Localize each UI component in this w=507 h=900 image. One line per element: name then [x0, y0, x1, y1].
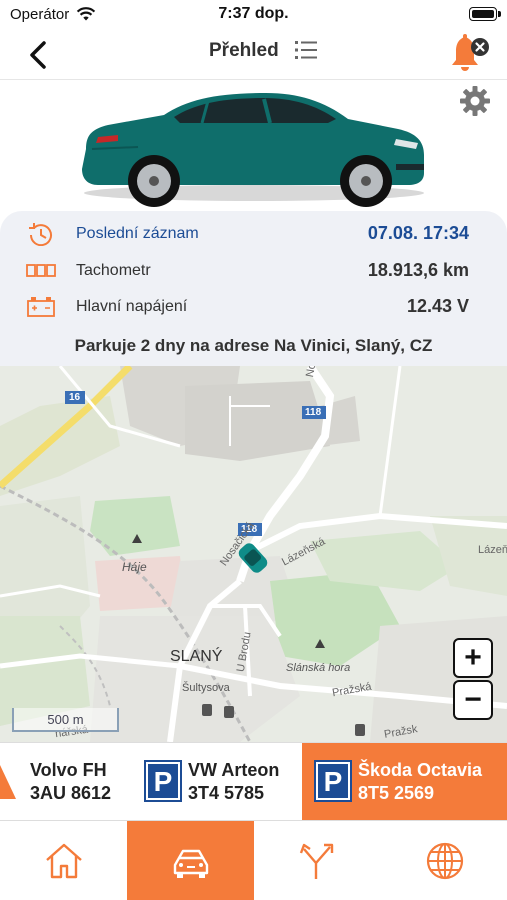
- last-record-value: 07.08. 17:34: [367, 223, 469, 243]
- back-chevron-icon[interactable]: [24, 38, 54, 72]
- battery-voltage-icon: [27, 297, 55, 317]
- list-icon[interactable]: [295, 40, 317, 60]
- page-title: Přehled: [209, 40, 279, 61]
- vehicle-item-arteon[interactable]: P VW Arteon 3T4 5785: [138, 743, 302, 821]
- vehicle-item-octavia[interactable]: P Škoda Octavia 8T5 2569: [302, 743, 507, 821]
- vehicle-plate: 8T5 2569: [358, 783, 435, 803]
- odometer-row: Tachometr 18.913,6 km: [0, 255, 507, 285]
- map-label-street-lazenska-right: Lázeň: [478, 544, 507, 556]
- map-label-road-16: 16: [69, 392, 81, 403]
- vehicle-name: Škoda Octavia: [358, 760, 483, 780]
- history-clock-icon: [29, 223, 52, 246]
- map-label-road-118-top: 118: [305, 407, 322, 418]
- map-label-slanska-hora: Slánská hora: [286, 662, 351, 674]
- odometer-icon: [26, 264, 56, 277]
- parking-icon: P: [314, 760, 352, 802]
- parking-icon: P: [144, 760, 182, 802]
- zoom-out-button[interactable]: −: [453, 680, 493, 720]
- odometer-label: Tachometr: [76, 262, 151, 279]
- vehicle-name: Volvo FH: [30, 760, 107, 780]
- navigation-bar: Přehled: [0, 30, 507, 80]
- battery-icon: [469, 7, 501, 21]
- vehicle-item-volvo[interactable]: Volvo FH 3AU 8612: [0, 743, 138, 821]
- car-icon: [173, 849, 208, 878]
- route-icon: [299, 843, 333, 879]
- vehicle-plate: 3T4 5785: [188, 783, 265, 803]
- vehicle-name: VW Arteon: [188, 760, 280, 780]
- map-scale: 500 m: [12, 708, 119, 732]
- map-label-place-haje: Háje: [122, 560, 147, 574]
- odometer-value: 18.913,6 km: [367, 260, 469, 280]
- power-label: Hlavní napájení: [76, 298, 188, 315]
- home-icon: [45, 843, 82, 879]
- power-value: 12.43 V: [406, 296, 469, 316]
- vehicle-plate: 3AU 8612: [30, 783, 112, 803]
- tab-vehicle[interactable]: [127, 821, 254, 900]
- vehicle-preview: [0, 81, 507, 211]
- clock: 7:37 dop.: [218, 5, 289, 22]
- tab-bar: [0, 820, 507, 900]
- power-row: Hlavní napájení 12.43 V: [0, 291, 507, 321]
- notification-bell-icon[interactable]: [447, 33, 491, 75]
- last-record-label: Poslední záznam: [76, 225, 199, 242]
- vehicle-info-panel: Poslední záznam 07.08. 17:34 Tachometr 1…: [0, 211, 507, 366]
- vehicle-selector: Volvo FH 3AU 8612 P VW Arteon 3T4 5785 P…: [0, 742, 507, 821]
- tab-routes[interactable]: [254, 821, 381, 900]
- globe-icon: [426, 842, 463, 880]
- map-view[interactable]: 16 118 118 Nosač Nosačická Lázeňská Láze…: [0, 366, 507, 742]
- status-bar: Operátor 7:37 dop.: [0, 0, 507, 30]
- last-record-row[interactable]: Poslední záznam 07.08. 17:34: [0, 218, 507, 248]
- map-canvas: [0, 366, 507, 742]
- parking-status-text: Parkuje 2 dny na adrese Na Vinici, Slaný…: [74, 336, 433, 355]
- truck-arrow-icon: [0, 765, 16, 799]
- tab-map[interactable]: [381, 821, 507, 900]
- car-image: [82, 93, 424, 207]
- settings-gear-icon[interactable]: [459, 85, 491, 117]
- map-label-town-slany: SLANÝ: [170, 648, 223, 665]
- zoom-in-button[interactable]: +: [453, 638, 493, 678]
- map-label-street-sultysova: Šultysova: [182, 682, 230, 694]
- tab-home[interactable]: [0, 821, 127, 900]
